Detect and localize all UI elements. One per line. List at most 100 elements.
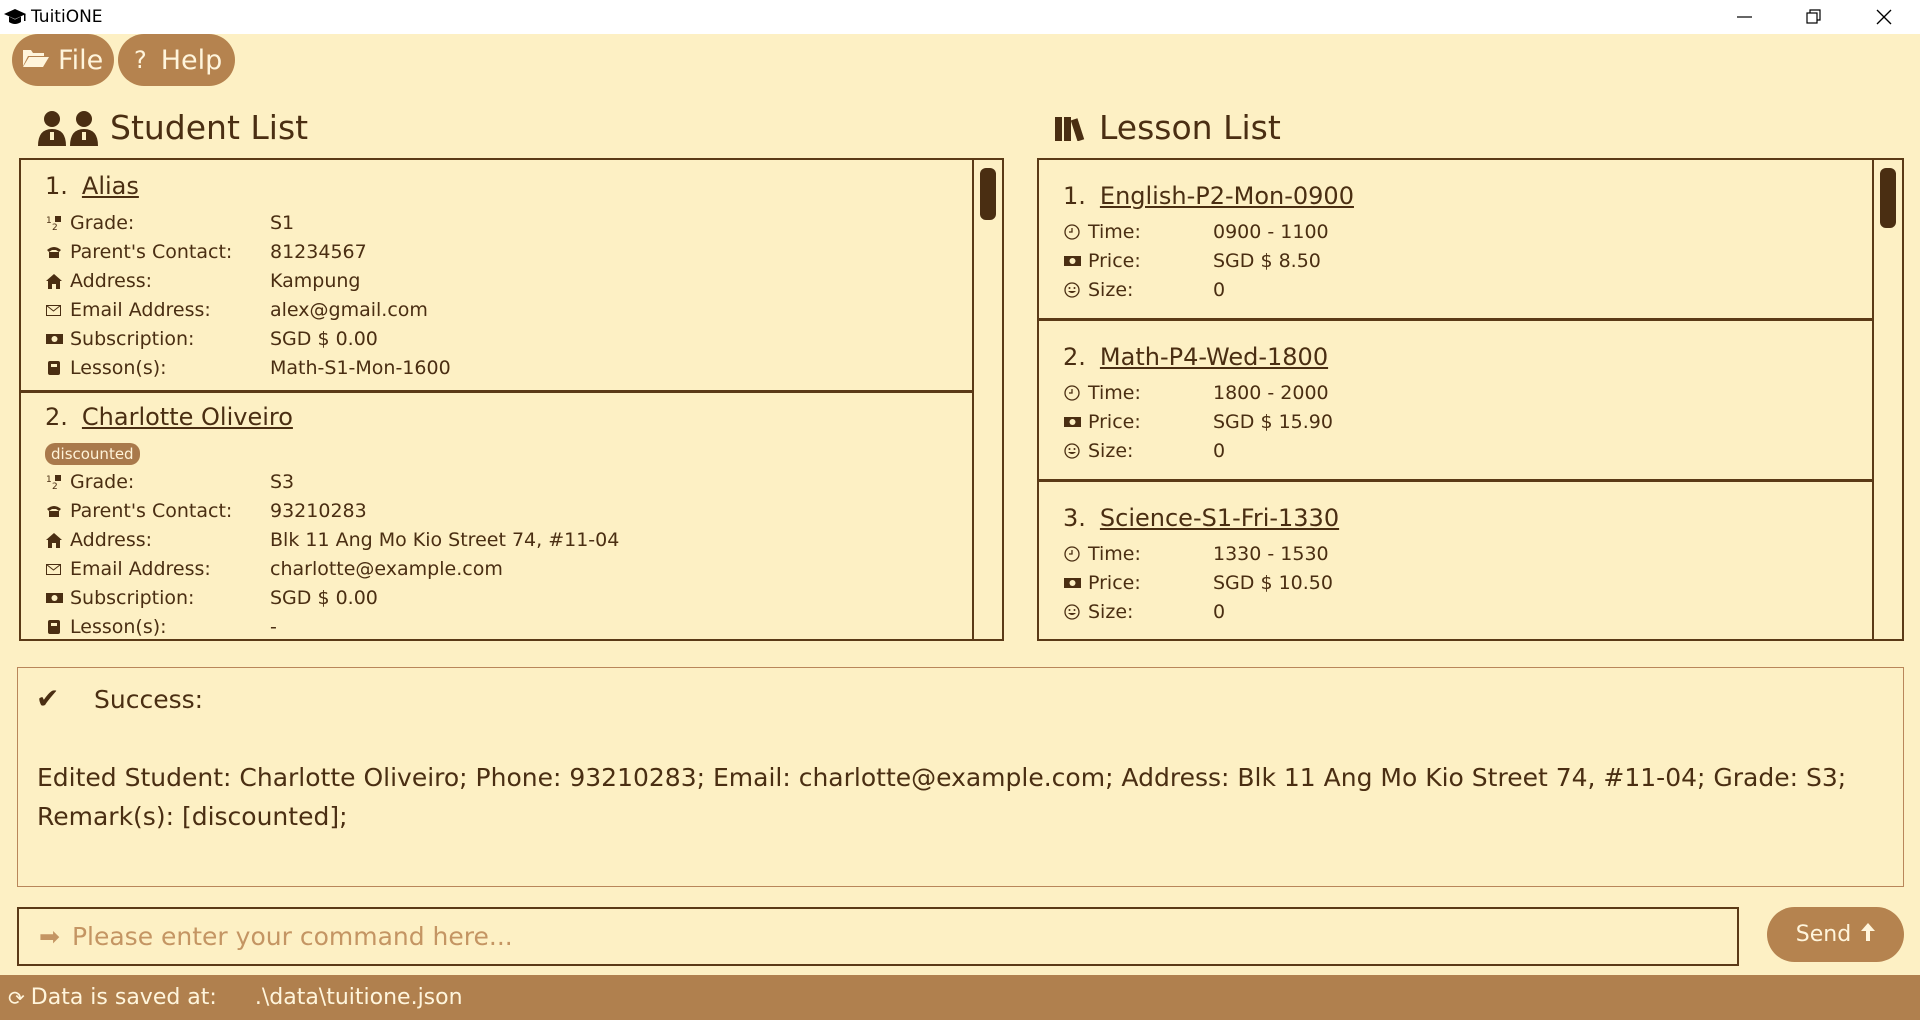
lessons-value: Math-S1-Mon-1600	[270, 357, 451, 379]
arrow-right-icon: ➡	[39, 922, 60, 951]
money-icon	[1063, 414, 1081, 430]
lesson-index: 1.	[1063, 182, 1086, 210]
email-value: charlotte@example.com	[270, 558, 503, 580]
clock-icon	[1063, 385, 1081, 401]
question-icon: ?	[134, 46, 147, 74]
student-index: 2.	[45, 403, 68, 431]
lesson-index: 3.	[1063, 504, 1086, 532]
subscription-value: SGD $ 0.00	[270, 328, 378, 350]
folder-open-icon	[22, 46, 50, 74]
student-list-title: Student List	[38, 108, 308, 147]
student-list-title-text: Student List	[110, 108, 309, 147]
window-title: TuitiONE	[31, 7, 103, 27]
minimize-button[interactable]	[1710, 0, 1780, 34]
size-value: 0	[1213, 440, 1226, 462]
remark-tag: discounted	[45, 443, 140, 465]
scrollbar-thumb[interactable]	[980, 168, 996, 220]
lesson-card[interactable]: 1. English-P2-Mon-0900 Time: 0900 - 1100 P…	[1039, 160, 1872, 321]
home-icon	[45, 532, 63, 548]
lessons-value: -	[270, 616, 277, 638]
lesson-list-title-text: Lesson List	[1099, 108, 1281, 147]
status-bar: ⟳ Data is saved at: .\data\tuitione.json	[0, 975, 1920, 1020]
size-value: 0	[1213, 601, 1226, 623]
grade-label: Grade:	[70, 212, 135, 234]
time-value: 0900 - 1100	[1213, 221, 1329, 243]
data-file-path: .\data\tuitione.json	[254, 985, 463, 1010]
scrollbar-thumb[interactable]	[1880, 168, 1896, 228]
money-icon	[1063, 575, 1081, 591]
money-icon	[45, 331, 63, 347]
grade-icon: 12	[45, 474, 63, 490]
books-icon	[1055, 115, 1089, 141]
svg-text:1: 1	[46, 475, 52, 485]
size-label: Size:	[1088, 601, 1134, 623]
minimize-icon	[1737, 16, 1752, 18]
price-label: Price:	[1088, 411, 1141, 433]
grade-label: Grade:	[70, 471, 135, 493]
restore-button[interactable]	[1779, 0, 1849, 34]
book-icon	[45, 619, 63, 635]
student-list-scrollbar[interactable]	[972, 160, 1002, 639]
send-label: Send	[1795, 922, 1852, 947]
smile-icon	[1063, 604, 1081, 620]
address-value: Blk 11 Ang Mo Kio Street 74, #11-04	[270, 529, 620, 551]
envelope-icon	[45, 302, 63, 318]
lesson-card[interactable]: 3. Science-S1-Fri-1330 Time: 1330 - 1530 P…	[1039, 482, 1872, 639]
student-name: Alias	[81, 172, 139, 200]
student-card[interactable]: 2. Charlotte Oliveiro discounted 1 2 Grade:…	[21, 393, 972, 639]
arrow-up-icon	[1861, 922, 1876, 947]
price-label: Price:	[1088, 250, 1141, 272]
price-value: SGD $ 10.50	[1213, 572, 1333, 594]
status-label: Data is saved at:	[30, 985, 217, 1010]
svg-text:2: 2	[52, 223, 58, 231]
student-index: 1.	[45, 172, 68, 200]
check-icon: ✔	[36, 682, 60, 715]
size-value: 0	[1213, 279, 1226, 301]
contact-value: 81234567	[270, 241, 367, 263]
address-label: Address:	[70, 270, 153, 292]
restore-icon	[1806, 9, 1821, 24]
subscription-label: Subscription:	[70, 328, 195, 350]
money-icon	[1063, 253, 1081, 269]
email-label: Email Address:	[70, 558, 211, 580]
lesson-card[interactable]: 2. Math-P4-Wed-1800 Time: 1800 - 2000 Pric…	[1039, 321, 1872, 482]
lesson-index: 2.	[1063, 343, 1086, 371]
student-name: Charlotte Oliveiro	[81, 403, 293, 431]
help-menu-button[interactable]: ? Help	[118, 34, 235, 86]
address-value: Kampung	[270, 270, 361, 292]
users-icon	[38, 110, 100, 146]
contact-label: Parent's Contact:	[70, 500, 233, 522]
subscription-label: Subscription:	[70, 587, 195, 609]
command-box[interactable]: ➡	[17, 907, 1739, 966]
lesson-list[interactable]: 1. English-P2-Mon-0900 Time: 0900 - 1100 P…	[1037, 158, 1904, 641]
clock-icon	[1063, 546, 1081, 562]
contact-label: Parent's Contact:	[70, 241, 233, 263]
student-card[interactable]: 1. Alias 1 2 Grade: S1 Parent's Contact: 8123…	[21, 160, 972, 393]
svg-text:2: 2	[52, 482, 58, 490]
send-button[interactable]: Send	[1767, 907, 1904, 962]
grade-value: S3	[270, 471, 295, 493]
file-menu-label: File	[58, 44, 104, 76]
phone-icon	[45, 244, 63, 260]
clock-icon	[1063, 224, 1081, 240]
home-icon	[45, 273, 63, 289]
book-icon	[45, 360, 63, 376]
sync-icon: ⟳	[8, 985, 25, 1010]
email-label: Email Address:	[70, 299, 211, 321]
grade-value: S1	[270, 212, 295, 234]
email-value: alex@gmail.com	[270, 299, 428, 321]
result-status: Success:	[94, 685, 204, 714]
student-list[interactable]: 1. Alias 1 2 Grade: S1 Parent's Contact: 8123…	[19, 158, 1004, 641]
lesson-list-scrollbar[interactable]	[1872, 160, 1902, 639]
price-value: SGD $ 15.90	[1213, 411, 1333, 433]
grade-icon: 12	[45, 215, 63, 231]
time-value: 1330 - 1530	[1213, 543, 1329, 565]
svg-text:1: 1	[46, 216, 52, 226]
size-label: Size:	[1088, 440, 1134, 462]
subscription-value: SGD $ 0.00	[270, 587, 378, 609]
envelope-icon	[45, 561, 63, 577]
close-button[interactable]	[1849, 0, 1919, 34]
file-menu-button[interactable]: File	[12, 34, 114, 86]
lesson-code: Math-P4-Wed-1800	[1099, 343, 1329, 371]
command-input[interactable]	[69, 921, 1737, 952]
